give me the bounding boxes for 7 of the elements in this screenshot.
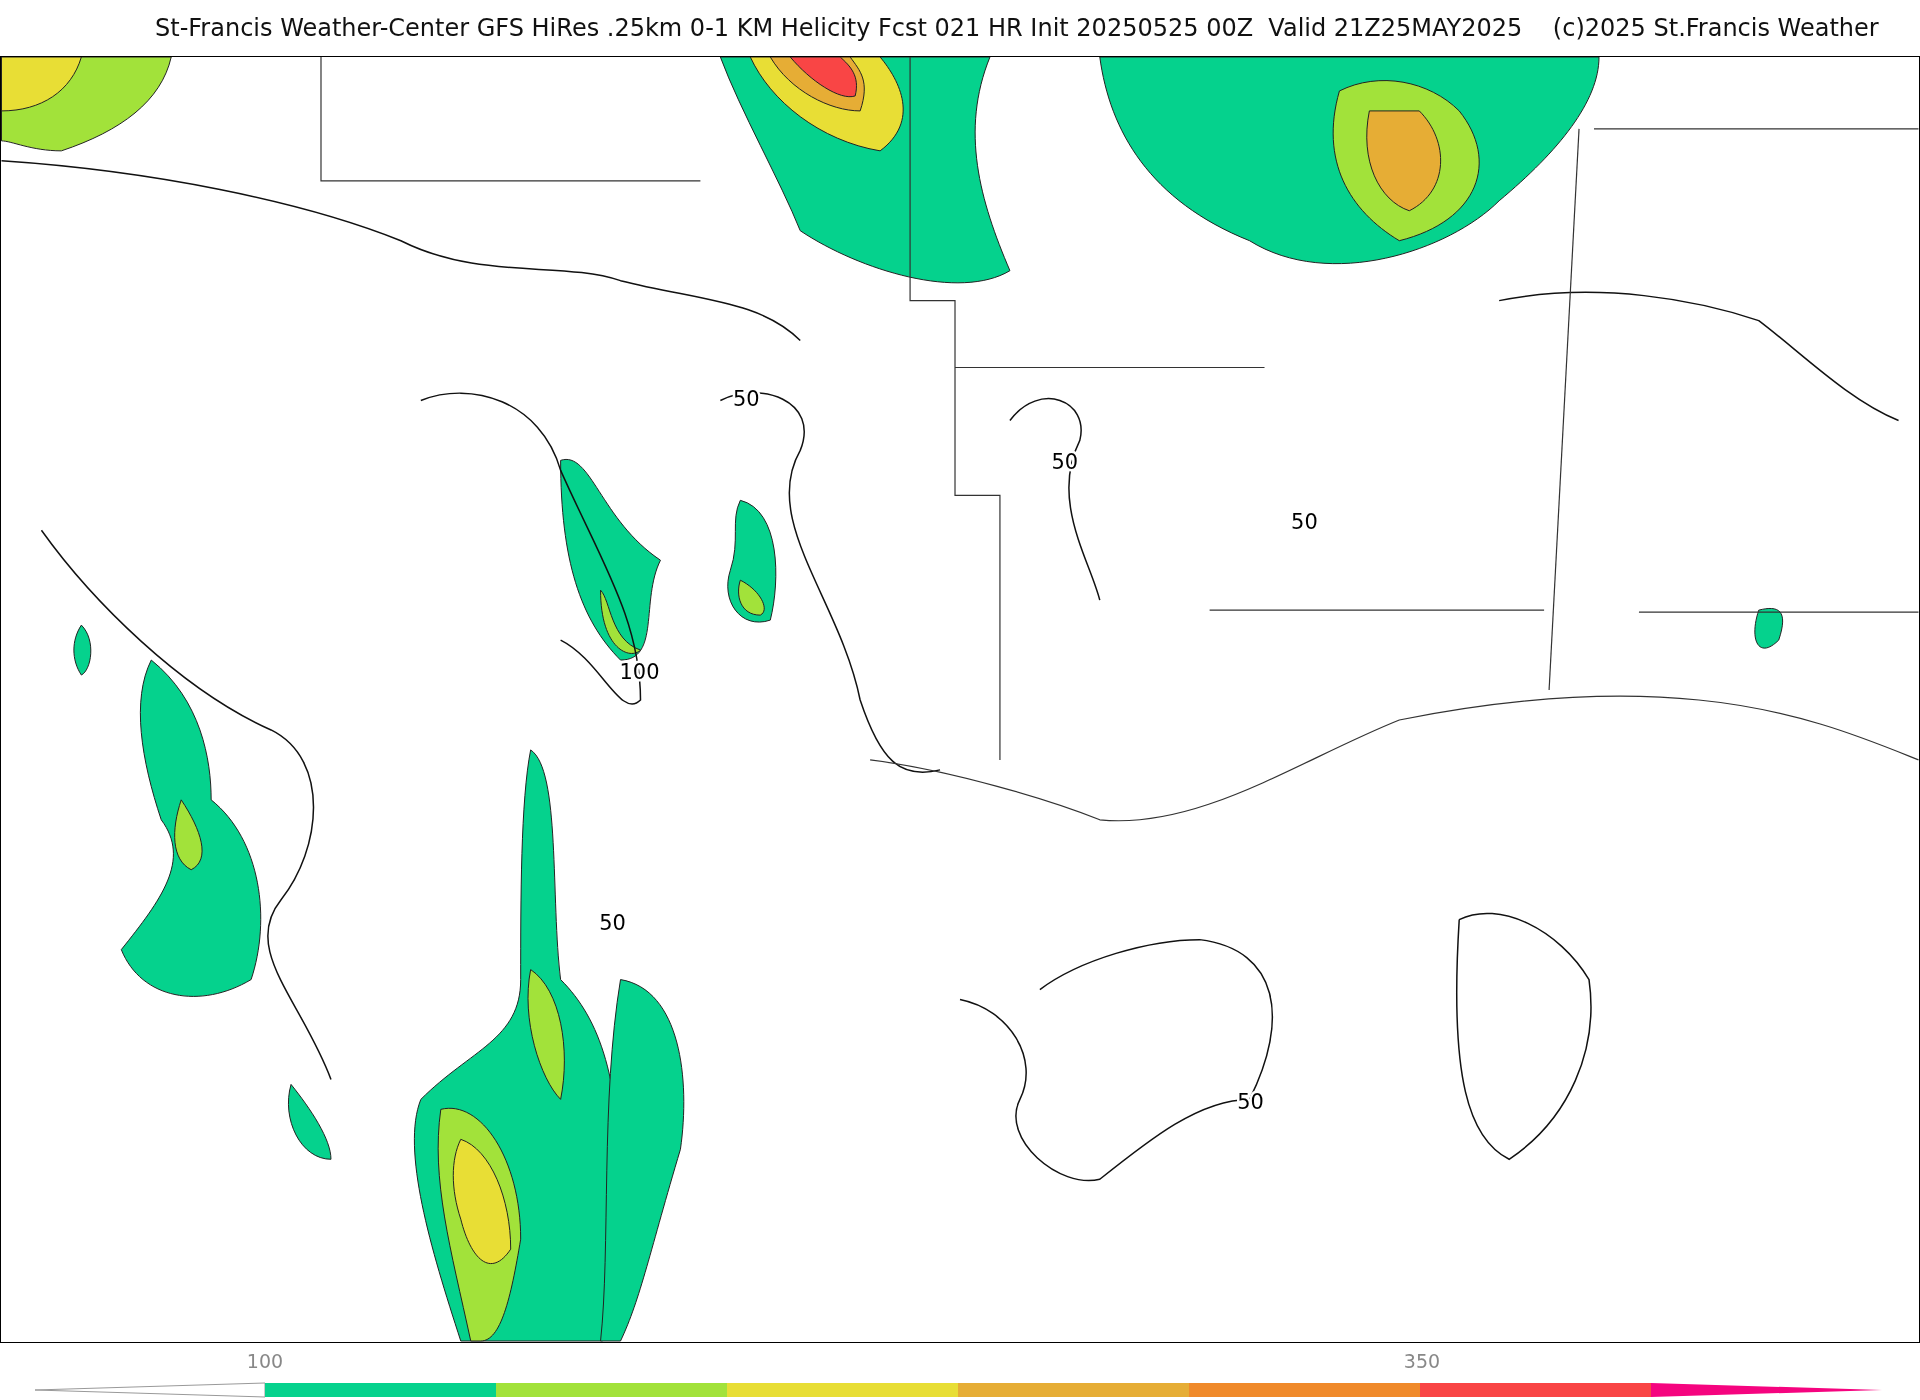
chart-title: St-Francis Weather-Center GFS HiRes .25km 0-1 KM Helicity Fcst 021 HR Init 20250525 00Z Valid 21Z25MAY2025 (c)2025 St.Francis Weather (154, 13, 1880, 44)
colorbar-tick-label: 100 (246, 1349, 284, 1374)
contour-label: 50 (1291, 510, 1318, 535)
contour-label: 50 (1237, 1090, 1264, 1115)
colorbar-tick-label: 350 (1403, 1349, 1441, 1374)
contour-label: 50 (599, 910, 626, 935)
contour-label: 50 (733, 387, 760, 412)
